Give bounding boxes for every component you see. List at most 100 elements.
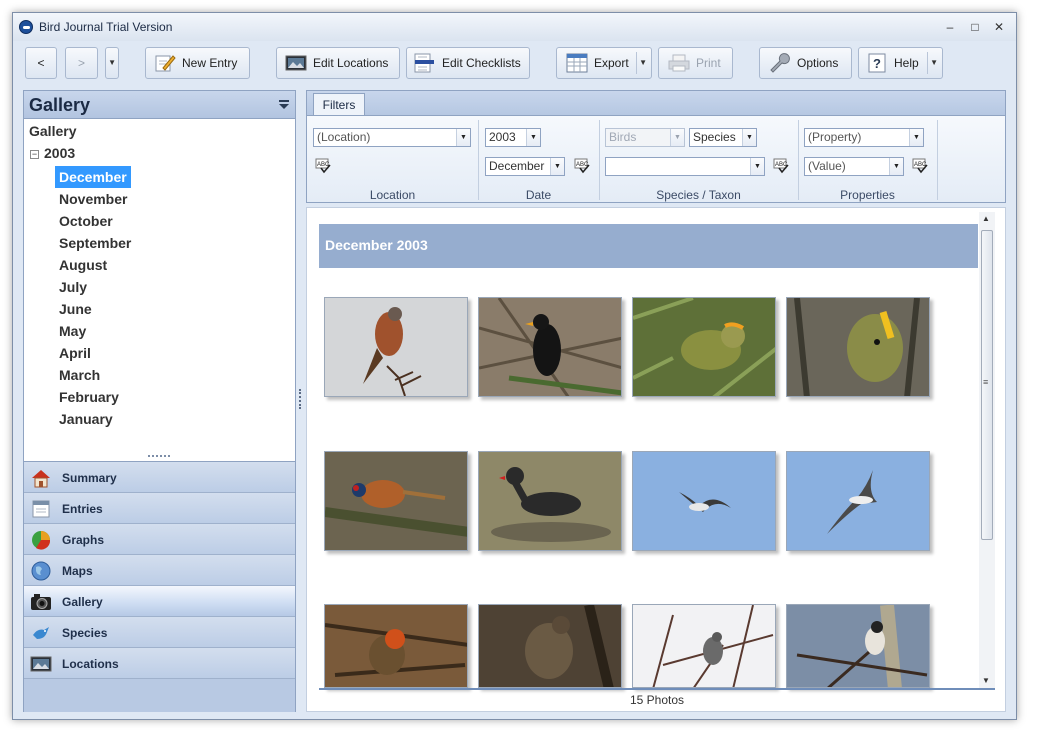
chevron-down-icon: ▼ bbox=[526, 129, 540, 146]
tree-item-year[interactable]: 2003 bbox=[44, 145, 75, 161]
edit-checklists-button[interactable]: Edit Checklists bbox=[406, 47, 530, 79]
close-icon[interactable]: ✕ bbox=[990, 19, 1008, 35]
sidebar-title: Gallery bbox=[29, 95, 91, 115]
nav-item-summary[interactable]: Summary bbox=[24, 462, 295, 493]
tree-item-month[interactable]: May bbox=[55, 320, 90, 342]
new-entry-label: New Entry bbox=[182, 56, 238, 70]
edit-locations-button[interactable]: Edit Locations bbox=[276, 47, 400, 79]
spell-check-icon[interactable]: ABC bbox=[912, 158, 928, 174]
photo-thumbnail[interactable] bbox=[324, 297, 468, 397]
tree-item-month[interactable]: July bbox=[55, 276, 91, 298]
tree-item-month[interactable]: November bbox=[55, 188, 131, 210]
photo-thumbnail[interactable] bbox=[786, 297, 930, 397]
options-button[interactable]: Options bbox=[759, 47, 852, 79]
song-thrush-photo bbox=[479, 605, 621, 687]
export-label: Export bbox=[594, 56, 629, 70]
tree-item-month[interactable]: December bbox=[55, 166, 131, 188]
property-value-value: (Value) bbox=[808, 159, 846, 173]
nav-label-maps: Maps bbox=[62, 564, 93, 578]
location-select[interactable]: (Location) ▼ bbox=[313, 128, 471, 147]
tree-item-month[interactable]: March bbox=[55, 364, 104, 386]
month-banner: December 2003 bbox=[319, 224, 978, 268]
photo-thumbnail[interactable] bbox=[324, 604, 468, 688]
nav-item-graphs[interactable]: Graphs bbox=[24, 524, 295, 555]
help-dropdown-icon[interactable]: ▼ bbox=[930, 48, 938, 78]
properties-group-label: Properties bbox=[840, 188, 895, 202]
wrench-icon bbox=[770, 53, 790, 73]
property-value-select[interactable]: (Value) ▼ bbox=[804, 157, 904, 176]
spell-check-icon[interactable]: ABC bbox=[773, 158, 789, 174]
nav-item-entries[interactable]: Entries bbox=[24, 493, 295, 524]
nav-item-locations[interactable]: Locations bbox=[24, 648, 295, 679]
nav-label-species: Species bbox=[62, 626, 108, 640]
chevron-down-icon: ▼ bbox=[550, 158, 564, 175]
history-dropdown-button[interactable]: ▼ bbox=[105, 47, 119, 79]
sidebar-menu-icon[interactable] bbox=[279, 99, 289, 109]
main-toolbar: < > ▼ New Entry Edit Locations Edit Chec… bbox=[13, 41, 1016, 87]
photo-thumbnail[interactable] bbox=[786, 451, 930, 551]
back-button[interactable]: < bbox=[25, 47, 57, 79]
tree-item-month[interactable]: January bbox=[55, 408, 117, 430]
navigation-pane: Summary Entries Graphs Maps Gallery Spec… bbox=[24, 461, 295, 712]
tree-item-month[interactable]: August bbox=[55, 254, 111, 276]
photo-thumbnail[interactable] bbox=[786, 604, 930, 688]
nav-item-species[interactable]: Species bbox=[24, 617, 295, 648]
export-dropdown-icon[interactable]: ▼ bbox=[639, 48, 647, 78]
gallery-scrollbar[interactable]: ▲ ▼ bbox=[979, 212, 995, 688]
taxon-level-select[interactable]: Species ▼ bbox=[689, 128, 757, 147]
tree-item-month[interactable]: February bbox=[55, 386, 123, 408]
photo-thumbnail[interactable] bbox=[478, 451, 622, 551]
collapse-icon[interactable]: − bbox=[30, 150, 39, 159]
tree-item-month[interactable]: October bbox=[55, 210, 117, 232]
photo-thumbnail[interactable] bbox=[632, 604, 776, 688]
chevron-down-icon: ▼ bbox=[456, 129, 470, 146]
help-separator bbox=[927, 52, 928, 74]
new-entry-button[interactable]: New Entry bbox=[145, 47, 250, 79]
gallery-sidebar: Gallery Gallery − 2003 December November… bbox=[23, 90, 296, 712]
blackbird-photo bbox=[479, 298, 621, 396]
goldcrest-close-photo bbox=[787, 298, 929, 396]
tree-item-month[interactable]: September bbox=[55, 232, 135, 254]
svg-text:?: ? bbox=[873, 56, 881, 71]
year-select[interactable]: 2003 ▼ bbox=[485, 128, 541, 147]
chevron-down-icon: ▼ bbox=[670, 129, 684, 146]
bird-icon bbox=[33, 627, 49, 639]
maximize-icon[interactable]: □ bbox=[966, 19, 984, 35]
year-select-value: 2003 bbox=[489, 130, 516, 144]
help-button[interactable]: ? Help ▼ bbox=[858, 47, 943, 79]
photo-thumbnail[interactable] bbox=[632, 297, 776, 397]
forward-button[interactable]: > bbox=[65, 47, 98, 79]
print-button[interactable]: Print bbox=[658, 47, 733, 79]
nav-item-gallery[interactable]: Gallery bbox=[24, 586, 295, 617]
chevron-down-icon: ▼ bbox=[889, 158, 903, 175]
spell-check-icon[interactable]: ABC bbox=[574, 158, 590, 174]
nav-label-gallery: Gallery bbox=[62, 595, 103, 609]
tab-filters[interactable]: Filters bbox=[313, 93, 365, 117]
spell-check-icon[interactable]: ABC bbox=[315, 158, 331, 174]
printer-icon bbox=[668, 54, 690, 72]
scroll-up-icon[interactable]: ▲ bbox=[982, 214, 990, 223]
month-select[interactable]: December ▼ bbox=[485, 157, 565, 176]
photo-thumbnail[interactable] bbox=[632, 451, 776, 551]
notebook-icon bbox=[32, 500, 50, 518]
sidebar-splitter-handle[interactable] bbox=[148, 455, 170, 459]
tree-item-gallery[interactable]: Gallery bbox=[29, 123, 76, 139]
tree-item-month[interactable]: April bbox=[55, 342, 95, 364]
species-group-label: Species / Taxon bbox=[656, 188, 741, 202]
taxon-group-select[interactable]: Birds ▼ bbox=[605, 128, 685, 147]
title-bar: Bird Journal Trial Version – □ ✕ bbox=[13, 13, 1016, 41]
photo-thumbnail[interactable] bbox=[478, 297, 622, 397]
export-button[interactable]: Export ▼ bbox=[556, 47, 652, 79]
nav-item-maps[interactable]: Maps bbox=[24, 555, 295, 586]
photo-thumbnail[interactable] bbox=[478, 604, 622, 688]
scroll-down-icon[interactable]: ▼ bbox=[982, 676, 990, 685]
minimize-icon[interactable]: – bbox=[941, 19, 959, 35]
photo-thumbnail[interactable] bbox=[324, 451, 468, 551]
species-select[interactable]: ▼ bbox=[605, 157, 765, 176]
month-select-value: December bbox=[489, 159, 545, 173]
panel-splitter-handle[interactable] bbox=[299, 389, 301, 409]
checklist-icon bbox=[414, 53, 434, 73]
property-select[interactable]: (Property) ▼ bbox=[804, 128, 924, 147]
scroll-thumb[interactable] bbox=[981, 230, 993, 540]
tree-item-month[interactable]: June bbox=[55, 298, 96, 320]
